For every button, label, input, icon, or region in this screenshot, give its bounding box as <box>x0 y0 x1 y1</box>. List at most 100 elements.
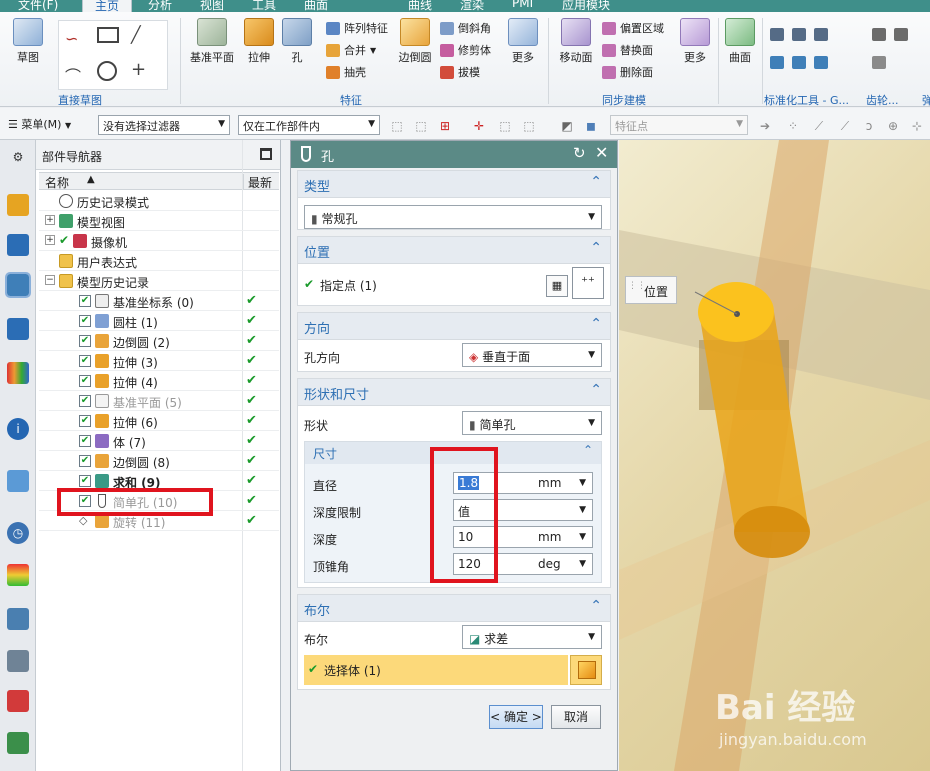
hole-type-select[interactable]: ▮ 常规孔 ▼ <box>304 205 602 229</box>
point-dialog-icon[interactable]: ⁺⁺ <box>572 267 604 299</box>
unite-button[interactable]: 合并 ▼ <box>326 42 376 58</box>
cancel-button[interactable]: 取消 <box>551 705 601 729</box>
tool-icon[interactable] <box>814 28 828 41</box>
spring-icon[interactable] <box>872 56 886 69</box>
tab-applications[interactable]: 应用模块 <box>562 0 610 12</box>
tool-icon[interactable] <box>770 28 784 41</box>
history-icon[interactable]: ◷ <box>7 522 29 544</box>
part-navigator-icon[interactable] <box>5 272 31 298</box>
datum-plane-button[interactable]: 基准平面 <box>188 18 236 65</box>
position-tag[interactable]: ⋮⋮ 位置 <box>625 276 677 304</box>
points-icon[interactable]: ⁘ <box>786 119 800 133</box>
sketch-curve-gallery[interactable]: ∽ ╱ ⌒ + <box>58 20 168 90</box>
tree-row-body[interactable]: ✔ 体 (7) ✔ <box>39 431 279 451</box>
tree-row-model-views[interactable]: + 模型视图 <box>39 211 279 231</box>
collapse-icon[interactable]: ⌃ <box>590 598 602 614</box>
pattern-feature-button[interactable]: 阵列特征 <box>326 20 388 36</box>
constraint-navigator-icon[interactable] <box>7 234 29 256</box>
column-name[interactable]: 名称 <box>45 174 69 191</box>
intersect-icon[interactable]: ⊕ <box>886 119 900 133</box>
circle-icon[interactable] <box>97 61 117 81</box>
tree-row-extrude[interactable]: ✔ 拉伸 (6) ✔ <box>39 411 279 431</box>
graphics-viewport[interactable]: ⋮⋮ 位置 Bai 经验 jingyan.baidu.com <box>619 140 930 771</box>
curve-icon[interactable]: ↄ <box>862 119 876 133</box>
polyline-icon[interactable]: ⌒ <box>65 63 81 87</box>
replace-face-button[interactable]: 替换面 <box>602 42 653 58</box>
type-filter-select[interactable]: 没有选择过滤器 ▼ <box>98 115 230 135</box>
deselect-icon[interactable]: ⬚ <box>414 119 428 133</box>
tab-tools[interactable]: 工具 <box>252 0 276 12</box>
tree-row-user-expressions[interactable]: 用户表达式 <box>39 251 279 271</box>
boolean-select[interactable]: ◪ 求差 ▼ <box>462 625 602 649</box>
visibility-checkbox[interactable]: ✔ <box>79 395 91 407</box>
tree-row-datum-csys[interactable]: ✔ 基准坐标系 (0) ✔ <box>39 291 279 311</box>
sketch-section-icon[interactable]: ▦ <box>546 275 568 297</box>
tree-row-datum-plane[interactable]: ✔ 基准平面 (5) ✔ <box>39 391 279 411</box>
reset-icon[interactable]: ↻ <box>573 144 586 162</box>
arc-icon[interactable]: ∽ <box>65 29 78 48</box>
tab-surface[interactable]: 曲面 <box>304 0 328 12</box>
surface-button[interactable]: 曲面 <box>724 18 756 65</box>
analysis-icon[interactable] <box>7 564 29 586</box>
type-section-header[interactable]: 类型 ⌃ <box>298 171 610 198</box>
std-tools-group-label[interactable]: 标准化工具 - G... <box>764 92 849 108</box>
roles-icon[interactable] <box>7 690 29 712</box>
offset-region-button[interactable]: 偏置区域 <box>602 20 664 36</box>
visibility-checkbox[interactable]: ✔ <box>79 435 91 447</box>
hole-direction-select[interactable]: ◈ 垂直于面 ▼ <box>462 343 602 367</box>
tree-row-edge-blend[interactable]: ✔ 边倒圆 (8) ✔ <box>39 451 279 471</box>
more-sync-button[interactable]: 更多 <box>680 18 710 65</box>
more-features-button[interactable]: 更多 <box>508 18 538 65</box>
selection-scope-select[interactable]: 仅在工作部件内 ▼ <box>238 115 380 135</box>
extrude-button[interactable]: 拉伸 <box>242 18 276 65</box>
tool-icon[interactable] <box>814 56 828 69</box>
tree-row-history-mode[interactable]: 历史记录模式 <box>39 191 279 211</box>
assembly-navigator-icon[interactable] <box>7 194 29 216</box>
reuse-library-icon[interactable] <box>7 318 29 340</box>
palette-icon[interactable] <box>7 362 29 384</box>
lasso-icon[interactable]: ⬚ <box>522 119 536 133</box>
tab-home[interactable]: 主页 <box>82 0 133 12</box>
tab-curve[interactable]: 曲线 <box>408 0 432 12</box>
position-section-header[interactable]: 位置 ⌃ <box>298 237 610 264</box>
process-icon[interactable] <box>7 608 29 630</box>
shell-button[interactable]: 抽壳 <box>326 64 366 80</box>
visibility-checkbox[interactable]: ✔ <box>79 475 91 487</box>
sketch-button[interactable]: 草图 <box>8 18 48 65</box>
visibility-checkbox[interactable]: ✔ <box>79 455 91 467</box>
chevron-down-icon[interactable]: ▼ <box>370 46 376 55</box>
point-icon[interactable]: ⊹ <box>910 119 924 133</box>
visibility-checkbox[interactable]: ✔ <box>79 415 91 427</box>
chevron-down-icon[interactable]: ▼ <box>579 478 586 488</box>
hole-form-select[interactable]: ▮ 简单孔 ▼ <box>462 411 602 435</box>
ok-button[interactable]: < 确定 > <box>489 705 543 729</box>
edge-blend-button[interactable]: 边倒圆 <box>396 18 434 65</box>
gear-icon[interactable] <box>872 28 886 41</box>
delete-face-button[interactable]: 删除面 <box>602 64 653 80</box>
eraser-icon[interactable]: ◩ <box>560 119 574 133</box>
visibility-checkbox[interactable]: ✔ <box>79 355 91 367</box>
pick-icon[interactable]: ✛ <box>472 119 486 133</box>
visibility-checkbox[interactable]: ✔ <box>79 315 91 327</box>
tab-render[interactable]: 渲染 <box>460 0 484 12</box>
tree-row-cylinder[interactable]: ✔ 圆柱 (1) ✔ <box>39 311 279 331</box>
chevron-down-icon[interactable]: ▼ <box>579 532 586 542</box>
expand-icon[interactable]: + <box>45 235 55 245</box>
shape-section-header[interactable]: 形状和尺寸 ⌃ <box>298 379 610 406</box>
tool-icon[interactable] <box>792 56 806 69</box>
visibility-checkbox[interactable]: ✔ <box>79 335 91 347</box>
collapse-icon[interactable]: − <box>45 275 55 285</box>
collapse-icon[interactable]: ⌃ <box>590 316 602 332</box>
chevron-down-icon[interactable]: ▼ <box>579 559 586 569</box>
browser-icon[interactable] <box>7 470 29 492</box>
tool-icon[interactable] <box>792 28 806 41</box>
hole-button[interactable]: 孔 <box>282 18 312 65</box>
tool-icon[interactable] <box>770 56 784 69</box>
visibility-checkbox[interactable]: ✔ <box>79 295 91 307</box>
boolean-section-header[interactable]: 布尔 ⌃ <box>298 595 610 622</box>
snap-point-icon[interactable]: ⊞ <box>438 119 452 133</box>
machine-icon[interactable] <box>7 650 29 672</box>
gear-icon[interactable]: ⚙ <box>7 146 29 168</box>
tab-pmi[interactable]: PMI <box>512 0 533 10</box>
trim-body-button[interactable]: 修剪体 <box>440 42 491 58</box>
